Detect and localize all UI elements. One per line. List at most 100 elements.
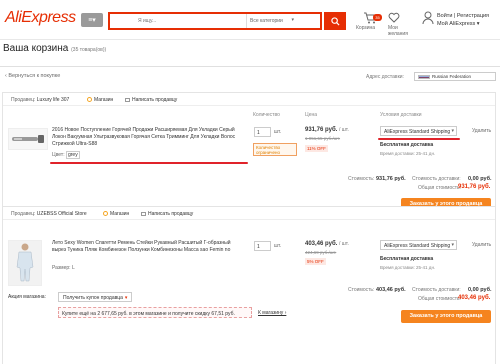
cart-label[interactable]: Корзина [356, 25, 375, 31]
heart-icon[interactable] [388, 12, 418, 25]
unit-price-value: 403,46 руб. [305, 241, 338, 247]
seller-name-link[interactable]: Luxury life 307 [37, 97, 70, 103]
quantity-limited-notice: Количество ограничено [253, 143, 297, 156]
remove-item-link[interactable]: Удалить [472, 128, 491, 134]
product-image[interactable] [8, 128, 48, 150]
cart-count-badge: 35 [373, 14, 382, 21]
search-category-select[interactable]: Все категории [246, 14, 296, 28]
color-label: Цвет: [52, 152, 65, 158]
search-button[interactable] [324, 12, 346, 30]
wishlist-line2: желания [388, 31, 408, 37]
column-delivery: Условия доставки [380, 112, 422, 118]
subtotal-value: 403,46 руб. [376, 287, 406, 293]
product-title-link[interactable]: Лето Sexy Women Спагетти Ремень Стейки Р… [52, 240, 238, 254]
ship-to-label: Адрес доставки: [366, 74, 404, 80]
ship-to-value: Russian Federation [432, 74, 472, 79]
total-label: Общая стоимость: [418, 185, 462, 191]
page-title: Ваша корзина (35 товара(ов)) [3, 43, 106, 54]
aliexpress-logo[interactable]: AliExpress [5, 9, 76, 27]
discount-badge: 11% OFF [305, 145, 328, 152]
message-icon [141, 212, 146, 216]
store-promo-label: Акция магазина: [8, 294, 46, 300]
column-quantity: Количество [253, 112, 280, 118]
search-icon [330, 16, 340, 26]
unit-price: 931,76 руб. / шт. [305, 127, 349, 133]
contact-seller-text: Написать продавцу [148, 211, 194, 217]
total-label: Общая стоимость: [418, 296, 462, 302]
divider [0, 66, 500, 67]
original-price: 1 051,55 руб./шт. [305, 136, 341, 141]
cart-item-count: (35 товара(ов)) [71, 47, 107, 53]
product-image[interactable] [8, 240, 42, 286]
shipping-method-select[interactable]: AliExpress Standard Shipping [380, 240, 457, 250]
sign-in-register-link[interactable]: Войти | Регистрация [437, 13, 489, 19]
quantity-input[interactable]: 1 [254, 127, 271, 137]
seller-section-2: Продавец: UZEBSS Official Store Магазин … [2, 206, 496, 364]
category-menu-button[interactable]: ≡▾ [81, 13, 103, 27]
hair-trimmer-image [12, 135, 44, 143]
subtotal-label: Стоимость: [348, 287, 375, 293]
remove-item-link[interactable]: Удалить [472, 242, 491, 248]
my-aliexpress-link[interactable]: Мой AliExpress ▾ [437, 21, 480, 27]
go-to-store-link[interactable]: К магазину › [258, 310, 286, 316]
delivery-time: Время доставки: 25-41 дн. [380, 265, 436, 270]
unit-price: 403,46 руб. / шт. [305, 241, 349, 247]
total-value: 931,76 руб. [458, 184, 491, 190]
menu-icon: ≡▾ [88, 17, 96, 24]
size-label: Размер: [52, 265, 71, 271]
order-from-seller-button[interactable]: Заказать у этого продавца [401, 310, 491, 323]
product-size: Размер: L [52, 265, 75, 271]
search-input[interactable] [110, 14, 238, 28]
contact-seller-link[interactable]: Написать продавцу [141, 211, 193, 217]
free-shipping-text: Бесплатная доставка [380, 142, 434, 148]
product-color: Цвет: grey [52, 151, 80, 159]
wishlist-label[interactable]: Мои желания [388, 25, 408, 37]
russia-flag-icon [418, 75, 430, 79]
ship-to-select[interactable]: Russian Federation [414, 72, 496, 81]
store-link-text: Магазин [94, 97, 114, 103]
store-icon [103, 211, 108, 216]
seller-prefix: Продавец: [11, 211, 36, 217]
seller-name-link[interactable]: UZEBSS Official Store [37, 211, 87, 217]
shipping-cost-value: 0,00 руб. [468, 176, 492, 182]
back-to-shopping-link[interactable]: ‹ Вернуться к покупке [5, 73, 60, 79]
quantity-unit: шт. [274, 243, 282, 249]
discount-badge: 5% OFF [305, 258, 326, 265]
store-link-text: Магазин [110, 211, 130, 217]
contact-seller-link[interactable]: Написать продавцу [125, 97, 177, 103]
seller-header: Продавец: UZEBSS Official Store Магазин … [3, 207, 495, 220]
quantity-unit: шт. [274, 129, 282, 135]
message-icon [125, 98, 130, 102]
unit-price-unit: / шт. [339, 127, 349, 133]
unit-price-value: 931,76 руб. [305, 127, 338, 133]
store-link[interactable]: Магазин [87, 97, 113, 103]
total-value: 403,46 руб. [458, 295, 491, 301]
store-icon [87, 97, 92, 102]
subtotal-value: 931,76 руб. [376, 176, 406, 182]
unit-price-unit: / шт. [339, 241, 349, 247]
original-price: 424,69 руб./шт. [305, 250, 337, 255]
get-seller-coupon-button[interactable]: Получить купон продавца [58, 292, 133, 302]
search-box: Все категории [108, 12, 322, 30]
jumpsuit-image [9, 241, 41, 285]
user-icon[interactable] [422, 11, 434, 27]
store-link[interactable]: Магазин [103, 211, 129, 217]
seller-prefix: Продавец: [11, 97, 36, 103]
annotation-underline [50, 162, 248, 164]
subtotal-label: Стоимость: [348, 176, 375, 182]
shipping-cost-value: 0,00 руб. [468, 287, 492, 293]
size-value: L [71, 265, 75, 271]
shipping-method-select[interactable]: AliExpress Standard Shipping [380, 126, 457, 136]
seller-info: Продавец: Luxury life 307 [11, 97, 69, 103]
color-value: grey [65, 151, 80, 159]
delivery-time: Время доставки: 25-41 дн. [380, 151, 436, 156]
product-title-link[interactable]: 2016 Новое Поступление Горячей Продажи Р… [52, 127, 238, 148]
quantity-input[interactable]: 1 [254, 241, 271, 251]
shipping-cost-label: Стоимость доставки: [412, 176, 461, 182]
column-price: Цена [305, 112, 318, 118]
store-promo-banner: Купите ещё на 2 677,65 руб. в этом магаз… [58, 307, 252, 318]
contact-seller-text: Написать продавцу [132, 97, 178, 103]
free-shipping-text: Бесплатная доставка [380, 256, 434, 262]
seller-header: Продавец: Luxury life 307 Магазин Написа… [3, 93, 495, 106]
shipping-cost-label: Стоимость доставки: [412, 287, 461, 293]
